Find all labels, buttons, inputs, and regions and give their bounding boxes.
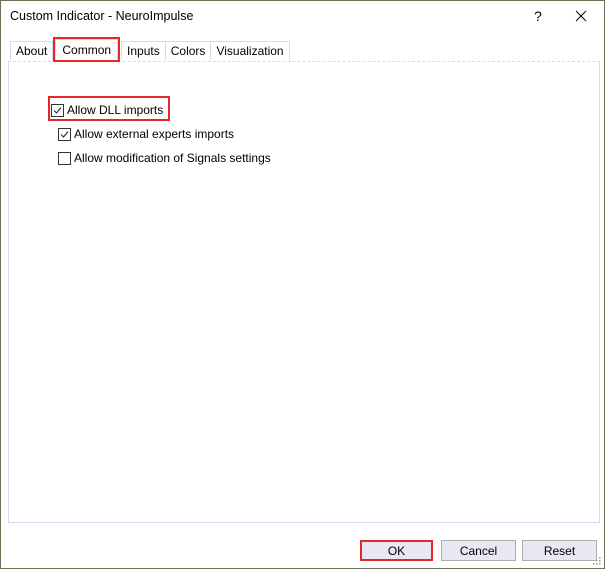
resize-grip-icon[interactable] (593, 557, 601, 565)
checkmark-icon (60, 130, 69, 138)
window-title: Custom Indicator - NeuroImpulse (10, 9, 194, 23)
tab-common[interactable]: Common (53, 37, 121, 62)
ok-button[interactable]: OK (360, 540, 433, 561)
allow-signals-modification-checkbox[interactable]: Allow modification of Signals settings (58, 150, 271, 166)
cancel-button[interactable]: Cancel (441, 540, 516, 561)
help-icon: ? (534, 8, 542, 24)
checkmark-icon (53, 106, 62, 114)
allow-dll-imports-checkbox[interactable]: Allow DLL imports (51, 102, 163, 118)
tab-visualization[interactable]: Visualization (210, 41, 290, 60)
reset-button[interactable]: Reset (522, 540, 597, 561)
title-bar: Custom Indicator - NeuroImpulse ? (1, 1, 604, 32)
option-label: Allow external experts imports (74, 127, 235, 141)
option-label: Allow modification of Signals settings (74, 151, 271, 165)
close-button[interactable] (563, 3, 599, 29)
tab-about[interactable]: About (10, 41, 54, 60)
custom-indicator-dialog: Custom Indicator - NeuroImpulse ? About … (0, 0, 605, 569)
tab-inputs[interactable]: Inputs (121, 41, 166, 60)
option-label: Allow DLL imports (67, 103, 164, 117)
close-icon (575, 10, 587, 22)
tab-strip: About Common Inputs Colors Visualization (10, 37, 290, 62)
checkbox-box[interactable] (58, 127, 71, 141)
checkbox-box[interactable] (51, 103, 64, 117)
allow-external-experts-imports-checkbox[interactable]: Allow external experts imports (58, 126, 234, 142)
tab-colors[interactable]: Colors (164, 41, 212, 60)
help-button[interactable]: ? (524, 3, 552, 29)
checkbox-box[interactable] (58, 151, 71, 165)
